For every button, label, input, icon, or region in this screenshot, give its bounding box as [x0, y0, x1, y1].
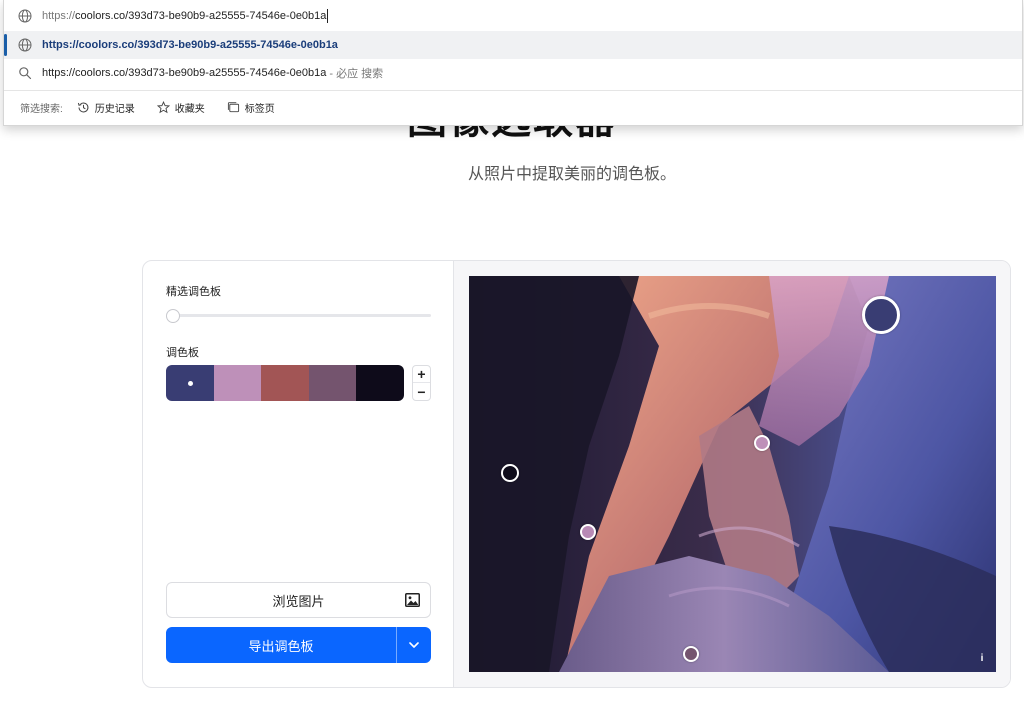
- search-icon: [19, 67, 32, 80]
- suggestion-url-text: https://coolors.co/393d73-be90b9-a25555-…: [42, 39, 338, 51]
- filter-label: 筛选搜索:: [20, 104, 63, 115]
- history-icon: [77, 102, 89, 113]
- filter-history[interactable]: 历史记录: [77, 100, 135, 115]
- tabs-icon: [227, 102, 239, 113]
- export-options-dropdown[interactable]: [397, 627, 431, 663]
- canyon-photo[interactable]: i: [469, 276, 996, 672]
- controls-panel: 精选调色板 调色板 + − 浏览图片 导出调色板: [143, 261, 454, 687]
- featured-slider-track[interactable]: [171, 314, 431, 317]
- export-palette-label[interactable]: 导出调色板: [166, 627, 396, 663]
- info-icon[interactable]: i: [978, 654, 986, 664]
- swatch-2[interactable]: [213, 365, 262, 401]
- swatch-1[interactable]: [166, 365, 214, 401]
- remove-color-button[interactable]: −: [413, 383, 430, 400]
- color-picker-handle-4[interactable]: [580, 524, 596, 540]
- color-picker-handle-2[interactable]: [754, 435, 770, 451]
- selected-dot-icon: [187, 381, 193, 386]
- photo-image: [469, 276, 996, 672]
- swatch-count-stepper: + −: [412, 365, 431, 401]
- globe-icon: [18, 9, 32, 23]
- filter-history-label: 历史记录: [94, 104, 135, 115]
- featured-palettes-label: 精选调色板: [166, 286, 221, 298]
- image-picker-card: 精选调色板 调色板 + − 浏览图片 导出调色板 i: [142, 260, 1011, 688]
- color-picker-handle-5[interactable]: [683, 646, 699, 662]
- swatch-5[interactable]: [356, 365, 404, 401]
- add-color-button[interactable]: +: [413, 366, 430, 383]
- address-input[interactable]: https://coolors.co/393d73-be90b9-a25555-…: [42, 9, 329, 23]
- address-input-scheme: https://: [42, 9, 76, 22]
- export-palette-button[interactable]: 导出调色板: [166, 627, 431, 663]
- browse-image-button[interactable]: 浏览图片: [166, 582, 431, 618]
- swatch-4[interactable]: [308, 365, 357, 401]
- search-filter-bar: 筛选搜索: 历史记录 收藏夹 标签页: [4, 90, 1022, 124]
- globe-icon: [18, 38, 32, 52]
- featured-slider-thumb[interactable]: [166, 309, 180, 323]
- color-picker-handle-3[interactable]: [501, 464, 519, 482]
- filter-favorites[interactable]: 收藏夹: [156, 100, 205, 115]
- address-bar-dropdown: https://coolors.co/393d73-be90b9-a25555-…: [3, 0, 1023, 126]
- filter-tabs[interactable]: 标签页: [227, 100, 275, 115]
- filter-tabs-label: 标签页: [244, 104, 275, 115]
- browse-image-label: 浏览图片: [272, 593, 325, 609]
- address-input-row[interactable]: https://coolors.co/393d73-be90b9-a25555-…: [4, 2, 1022, 30]
- color-picker-handle-1[interactable]: [862, 296, 900, 334]
- suggestion-search[interactable]: https://coolors.co/393d73-be90b9-a25555-…: [4, 59, 1022, 87]
- filter-favorites-label: 收藏夹: [174, 104, 205, 115]
- address-input-rest: coolors.co/393d73-be90b9-a25555-74546e-0…: [75, 9, 327, 22]
- text-caret: [327, 9, 329, 23]
- suggestion-search-query: https://coolors.co/393d73-be90b9-a25555-…: [42, 67, 327, 79]
- palette-swatches: [166, 365, 404, 401]
- image-icon: [405, 593, 420, 607]
- swatch-3[interactable]: [261, 365, 309, 401]
- chevron-down-icon: [409, 642, 419, 648]
- image-panel: i: [454, 261, 1010, 687]
- page-subtitle: 从照片中提取美丽的调色板。: [467, 166, 676, 183]
- star-icon: [156, 101, 170, 114]
- suggestion-url[interactable]: https://coolors.co/393d73-be90b9-a25555-…: [4, 31, 1022, 59]
- palette-label: 调色板: [166, 347, 199, 359]
- suggestion-search-hint: - 必应 搜索: [329, 68, 384, 80]
